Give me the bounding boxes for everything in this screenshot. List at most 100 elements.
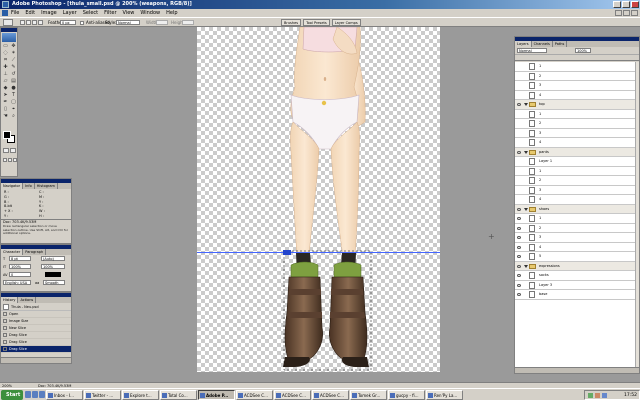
layer-row[interactable]: Layer 3: [515, 281, 639, 290]
eye-icon[interactable]: [517, 255, 521, 258]
taskbar-button[interactable]: gucpy - fi...: [388, 390, 425, 400]
eye-icon[interactable]: [517, 75, 521, 78]
eyedropper-icon[interactable]: ⌖: [10, 106, 17, 112]
layer-row[interactable]: 1: [515, 167, 639, 176]
desktop-icon[interactable]: [25, 391, 31, 398]
menu-item-edit[interactable]: Edit: [25, 9, 35, 17]
crop-icon[interactable]: ⌗: [2, 57, 9, 63]
layer-row[interactable]: 1: [515, 62, 639, 72]
layer-row[interactable]: 2: [515, 224, 639, 233]
palette-tab[interactable]: Tool Presets: [303, 19, 330, 26]
layer-row[interactable]: base: [515, 290, 639, 300]
close-icon[interactable]: [631, 1, 639, 8]
gradient-icon[interactable]: ▤: [10, 78, 17, 84]
type-icon[interactable]: T: [10, 92, 17, 98]
feather-input[interactable]: 0 px: [60, 20, 76, 25]
doc-minimize-icon[interactable]: [615, 10, 622, 16]
layer-row[interactable]: 4: [515, 243, 639, 252]
layer-row[interactable]: 1: [515, 110, 639, 119]
eye-icon[interactable]: [517, 132, 521, 135]
tracking-field[interactable]: 0: [9, 272, 31, 277]
taskbar-button[interactable]: ACDSee C...: [312, 390, 349, 400]
menu-item-layer[interactable]: Layer: [63, 9, 77, 17]
photoshop-logo[interactable]: [2, 33, 16, 42]
expand-triangle-icon[interactable]: [524, 264, 528, 268]
magic-wand-icon[interactable]: ✶: [10, 50, 17, 56]
layer-row[interactable]: 3: [515, 81, 639, 91]
intersect-selection-icon[interactable]: [38, 20, 43, 25]
layer-row[interactable]: 2: [515, 176, 639, 186]
add-selection-icon[interactable]: [26, 20, 31, 25]
eye-icon[interactable]: [517, 283, 521, 287]
vertical-scale-field[interactable]: 100%: [9, 264, 31, 269]
eye-icon[interactable]: [517, 113, 521, 116]
layer-row[interactable]: 2: [515, 119, 639, 129]
height-input[interactable]: [182, 20, 194, 25]
toolbox-titlebar[interactable]: [1, 28, 17, 32]
layer-group[interactable]: pants: [515, 147, 639, 157]
menu-item-select[interactable]: Select: [83, 9, 98, 17]
layer-row[interactable]: 3: [515, 186, 639, 195]
layer-row[interactable]: Layer 1: [515, 157, 639, 167]
layer-row[interactable]: 4: [515, 138, 639, 148]
tray-network-icon[interactable]: [588, 393, 593, 398]
palette-tab[interactable]: Brushes: [281, 19, 302, 26]
clone-stamp-icon[interactable]: ⊥: [2, 71, 9, 77]
eye-icon[interactable]: [517, 179, 521, 182]
expand-triangle-icon[interactable]: [524, 103, 528, 106]
slice-marker[interactable]: [283, 250, 291, 255]
eye-icon[interactable]: [517, 65, 521, 68]
history-item[interactable]: Drag Slice: [1, 332, 71, 339]
eye-icon[interactable]: [517, 189, 521, 192]
layer-row[interactable]: 5: [515, 252, 639, 262]
eye-icon[interactable]: [517, 103, 521, 106]
foreground-color-swatch[interactable]: [3, 131, 11, 139]
layer-row[interactable]: 4: [515, 195, 639, 205]
text-color-swatch[interactable]: [45, 272, 61, 277]
history-item[interactable]: Open: [1, 311, 71, 318]
language-select[interactable]: English: USA: [3, 280, 31, 285]
notes-icon[interactable]: ▯: [2, 106, 9, 112]
style-select[interactable]: Normal: [116, 20, 140, 25]
doc-close-icon[interactable]: [631, 10, 638, 16]
menu-item-filter[interactable]: Filter: [104, 9, 116, 17]
menu-item-file[interactable]: File: [11, 9, 19, 17]
quickmask-mode-icon[interactable]: [10, 148, 16, 153]
palette-tab[interactable]: Layer Comps: [331, 19, 361, 26]
history-snapshot[interactable]: Thula - Neu.psd: [1, 303, 71, 311]
eye-icon[interactable]: [517, 245, 521, 249]
menu-item-image[interactable]: Image: [41, 9, 57, 17]
eye-icon[interactable]: [517, 264, 521, 268]
document-icon[interactable]: [2, 10, 8, 16]
eye-icon[interactable]: [517, 170, 521, 173]
hand-icon[interactable]: ☚: [2, 113, 9, 119]
layer-row[interactable]: socks: [515, 271, 639, 281]
new-selection-icon[interactable]: [20, 20, 25, 25]
eye-icon[interactable]: [517, 207, 521, 211]
taskbar-button[interactable]: Total Co...: [160, 390, 197, 400]
standard-mode-icon[interactable]: [3, 148, 9, 153]
taskbar-button[interactable]: Inbox - I...: [46, 390, 83, 400]
eye-icon[interactable]: [517, 226, 521, 230]
zoom-icon[interactable]: ⌕: [10, 113, 17, 119]
history-item[interactable]: Drag Slice: [1, 339, 71, 346]
layer-group[interactable]: top: [515, 100, 639, 110]
taskbar-button[interactable]: Adobe P...: [198, 390, 235, 400]
history-item[interactable]: Image Size: [1, 318, 71, 325]
width-input[interactable]: [156, 20, 168, 25]
antialias-checkbox[interactable]: [80, 21, 84, 25]
eraser-icon[interactable]: ▱: [2, 78, 9, 84]
standard-screen-icon[interactable]: [3, 158, 7, 162]
opacity-field[interactable]: 100%: [575, 48, 591, 53]
pen-icon[interactable]: ✒: [2, 99, 9, 105]
browser-icon[interactable]: [32, 391, 38, 398]
dodge-icon[interactable]: ●: [10, 85, 17, 91]
eye-icon[interactable]: [517, 198, 521, 201]
menu-item-view[interactable]: View: [123, 9, 135, 17]
taskbar-button[interactable]: Tomek Gr...: [350, 390, 387, 400]
tray-volume-icon[interactable]: [602, 393, 607, 398]
explorer-icon[interactable]: [39, 391, 45, 398]
eye-icon[interactable]: [517, 84, 521, 87]
eye-icon[interactable]: [517, 236, 521, 239]
path-selection-icon[interactable]: ➤: [2, 92, 9, 98]
